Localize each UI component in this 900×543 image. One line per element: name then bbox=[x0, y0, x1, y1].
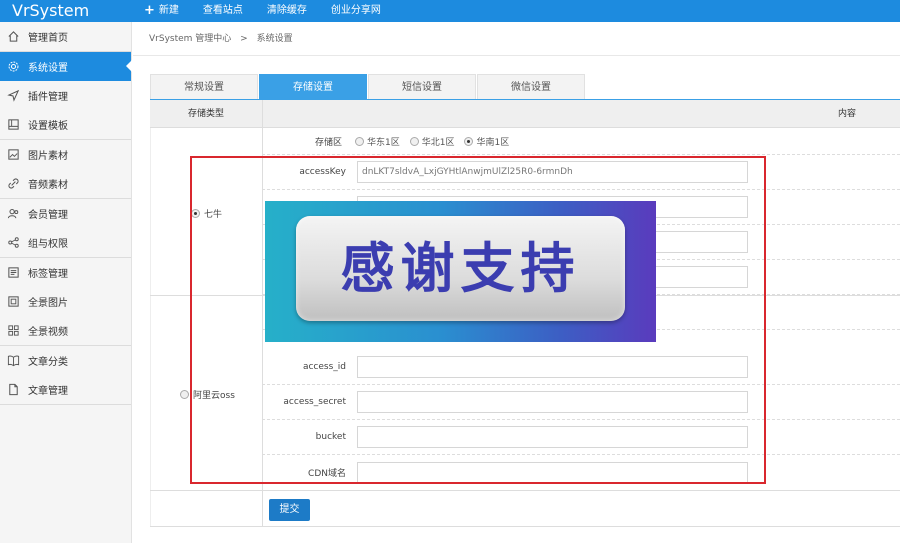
file-icon bbox=[7, 383, 20, 396]
sidebar-group: 管理首页 bbox=[0, 22, 131, 52]
thanks-banner: 感谢支持 bbox=[265, 201, 656, 342]
sidebar-group: 会员管理 组与权限 bbox=[0, 199, 131, 258]
share-icon bbox=[7, 236, 20, 249]
breadcrumb: VrSystem 管理中心 > 系统设置 bbox=[133, 22, 900, 56]
provider-column bbox=[150, 128, 263, 526]
book-icon bbox=[7, 354, 20, 367]
column-storage-type: 存储类型 bbox=[150, 100, 263, 127]
region-north-radio[interactable]: 华北1区 bbox=[409, 135, 454, 148]
sidebar-item-members[interactable]: 会员管理 bbox=[0, 199, 131, 228]
sidebar-item-groups-permissions[interactable]: 组与权限 bbox=[0, 228, 131, 257]
top-bar: VrSystem + 新建 查看站点 清除缓存 创业分享网 bbox=[0, 0, 900, 22]
sidebar-item-system-settings[interactable]: 系统设置 bbox=[0, 52, 132, 81]
plus-icon: + bbox=[144, 3, 155, 18]
radio-checked-icon bbox=[464, 136, 474, 146]
tab-sms-settings[interactable]: 短信设置 bbox=[368, 74, 476, 99]
new-button[interactable]: + 新建 bbox=[132, 0, 191, 22]
region-south-radio[interactable]: 华南1区 bbox=[464, 135, 509, 148]
bucket-input[interactable] bbox=[357, 426, 748, 448]
panorama-image-icon bbox=[7, 295, 20, 308]
access-id-input[interactable] bbox=[357, 356, 748, 378]
grid-icon bbox=[7, 324, 20, 337]
banner-card: 感谢支持 bbox=[296, 216, 625, 321]
sidebar-item-articles[interactable]: 文章管理 bbox=[0, 375, 131, 404]
sidebar-item-audio[interactable]: 音频素材 bbox=[0, 169, 131, 198]
access-secret-input[interactable] bbox=[357, 391, 748, 413]
sidebar-group: 标签管理 全景图片 全景视频 bbox=[0, 258, 131, 346]
aliyun-access-secret-row: access_secret bbox=[262, 385, 900, 420]
provider-qiniu-radio[interactable]: 七牛 bbox=[191, 207, 222, 220]
sidebar-item-home[interactable]: 管理首页 bbox=[0, 22, 131, 51]
access-secret-label: access_secret bbox=[283, 397, 346, 407]
sidebar-item-tags[interactable]: 标签管理 bbox=[0, 258, 131, 287]
region-row: 存储区 华东1区 华北1区 华南1区 bbox=[262, 128, 900, 155]
top-nav: + 新建 查看站点 清除缓存 创业分享网 bbox=[132, 0, 393, 22]
radio-unchecked-icon bbox=[409, 136, 419, 146]
table-header: 存储类型 内容 bbox=[150, 100, 900, 128]
settings-tabs: 常规设置 存储设置 短信设置 微信设置 bbox=[150, 74, 586, 99]
sidebar-group: 图片素材 音频素材 bbox=[0, 140, 131, 199]
submit-button[interactable]: 提交 bbox=[269, 499, 310, 521]
tag-list-icon bbox=[7, 266, 20, 279]
region-label: 存储区 bbox=[314, 137, 342, 148]
tab-storage-settings[interactable]: 存储设置 bbox=[259, 74, 367, 99]
template-icon bbox=[7, 118, 20, 131]
radio-unchecked-icon bbox=[180, 390, 189, 399]
column-content: 内容 bbox=[837, 109, 856, 119]
aliyun-bucket-row: bucket bbox=[262, 420, 900, 455]
sidebar-item-templates[interactable]: 设置模板 bbox=[0, 110, 131, 139]
qiniu-accesskey-row: accessKey dnLKT7sldvA_LxjGYHtlAnwjmUlZl2… bbox=[262, 155, 900, 190]
users-icon bbox=[7, 207, 20, 220]
home-icon bbox=[7, 30, 20, 43]
cdn-domain-label: CDN域名 bbox=[308, 469, 346, 479]
share-site-link[interactable]: 创业分享网 bbox=[319, 0, 393, 22]
send-icon bbox=[7, 89, 20, 102]
access-id-label: access_id bbox=[302, 362, 346, 372]
sidebar-item-panorama-images[interactable]: 全景图片 bbox=[0, 287, 131, 316]
sidebar-item-panorama-videos[interactable]: 全景视频 bbox=[0, 316, 131, 345]
region-radio-group: 华东1区 华北1区 华南1区 bbox=[355, 135, 509, 148]
sidebar: 管理首页 系统设置 插件管理 设置模板 图片素材 音频素材 会员管理 组与权限 … bbox=[0, 22, 132, 543]
radio-unchecked-icon bbox=[355, 136, 364, 146]
breadcrumb-root[interactable]: VrSystem 管理中心 bbox=[149, 34, 231, 44]
region-east-radio[interactable]: 华东1区 bbox=[355, 135, 400, 148]
provider-aliyun-radio[interactable]: 阿里云oss bbox=[180, 388, 235, 401]
bucket-label: bucket bbox=[315, 432, 346, 442]
breadcrumb-current: 系统设置 bbox=[256, 34, 293, 44]
aliyun-access-id-row: access_id bbox=[262, 350, 900, 385]
cdn-domain-input[interactable] bbox=[357, 461, 748, 484]
provider-divider bbox=[150, 295, 263, 296]
submit-row: 提交 bbox=[150, 490, 900, 527]
banner-text: 感谢支持 bbox=[340, 237, 581, 300]
radio-checked-icon bbox=[191, 209, 200, 218]
sidebar-group: 文章分类 文章管理 bbox=[0, 346, 131, 405]
sidebar-item-plugins[interactable]: 插件管理 bbox=[0, 81, 131, 110]
clear-cache-link[interactable]: 清除缓存 bbox=[255, 0, 319, 22]
sidebar-group: 系统设置 插件管理 设置模板 bbox=[0, 52, 132, 140]
view-site-link[interactable]: 查看站点 bbox=[191, 0, 255, 22]
tab-general-settings[interactable]: 常规设置 bbox=[150, 74, 258, 99]
accesskey-label: accessKey bbox=[299, 167, 346, 177]
storage-table: 存储类型 内容 bbox=[150, 100, 900, 128]
sidebar-item-article-categories[interactable]: 文章分类 bbox=[0, 346, 131, 375]
aliyun-cdn-row: CDN域名 bbox=[262, 455, 900, 490]
image-icon bbox=[7, 148, 20, 161]
tab-wechat-settings[interactable]: 微信设置 bbox=[477, 74, 585, 99]
breadcrumb-separator: > bbox=[240, 34, 248, 44]
app-logo[interactable]: VrSystem bbox=[0, 0, 132, 22]
sidebar-item-images[interactable]: 图片素材 bbox=[0, 140, 131, 169]
gear-icon bbox=[7, 60, 20, 73]
accesskey-input[interactable]: dnLKT7sldvA_LxjGYHtlAnwjmUlZl25R0-6rmnDh bbox=[357, 161, 748, 183]
link-icon bbox=[7, 177, 20, 190]
